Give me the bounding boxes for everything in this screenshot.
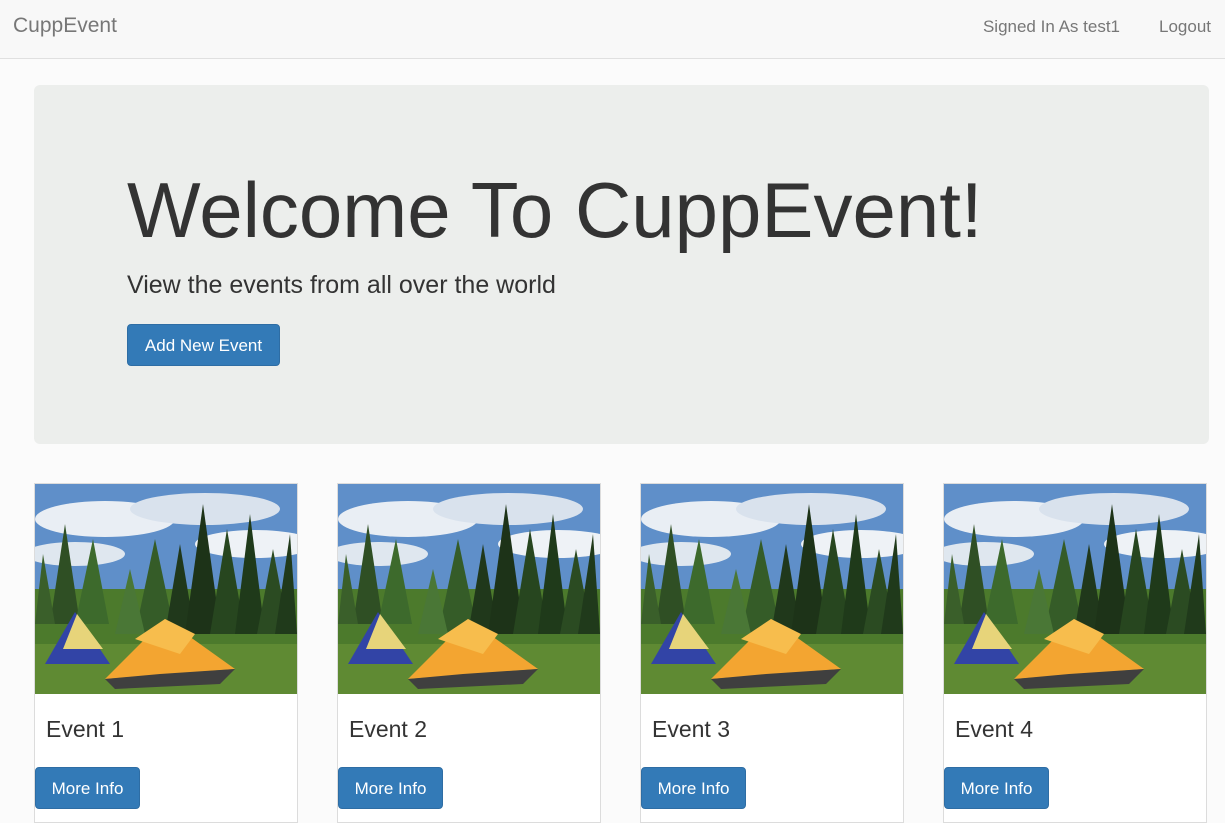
event-title: Event 4 (955, 716, 1033, 742)
more-info-button[interactable]: More Info (35, 767, 140, 809)
signed-in-link[interactable]: Signed In As test1 (983, 17, 1120, 37)
page-title: Welcome To CuppEvent! (127, 166, 983, 254)
navbar: CuppEvent Signed In As test1 Logout (0, 0, 1225, 59)
page-subtitle: View the events from all over the world (127, 271, 556, 299)
logout-link[interactable]: Logout (1159, 17, 1211, 37)
event-title: Event 3 (652, 716, 730, 742)
event-image (338, 484, 600, 694)
event-card: Event 1 More Info (34, 483, 298, 823)
event-image (641, 484, 903, 694)
event-image (35, 484, 297, 694)
event-title: Event 1 (46, 716, 124, 742)
more-info-button[interactable]: More Info (641, 767, 746, 809)
brand-link[interactable]: CuppEvent (13, 14, 117, 38)
event-card: Event 3 More Info (640, 483, 904, 823)
event-image (944, 484, 1206, 694)
event-card: Event 2 More Info (337, 483, 601, 823)
more-info-button[interactable]: More Info (338, 767, 443, 809)
add-new-event-button[interactable]: Add New Event (127, 324, 280, 366)
event-card: Event 4 More Info (943, 483, 1207, 823)
jumbotron: Welcome To CuppEvent! View the events fr… (34, 85, 1209, 444)
nav-right: Signed In As test1 Logout (983, 17, 1211, 37)
event-title: Event 2 (349, 716, 427, 742)
more-info-button[interactable]: More Info (944, 767, 1049, 809)
